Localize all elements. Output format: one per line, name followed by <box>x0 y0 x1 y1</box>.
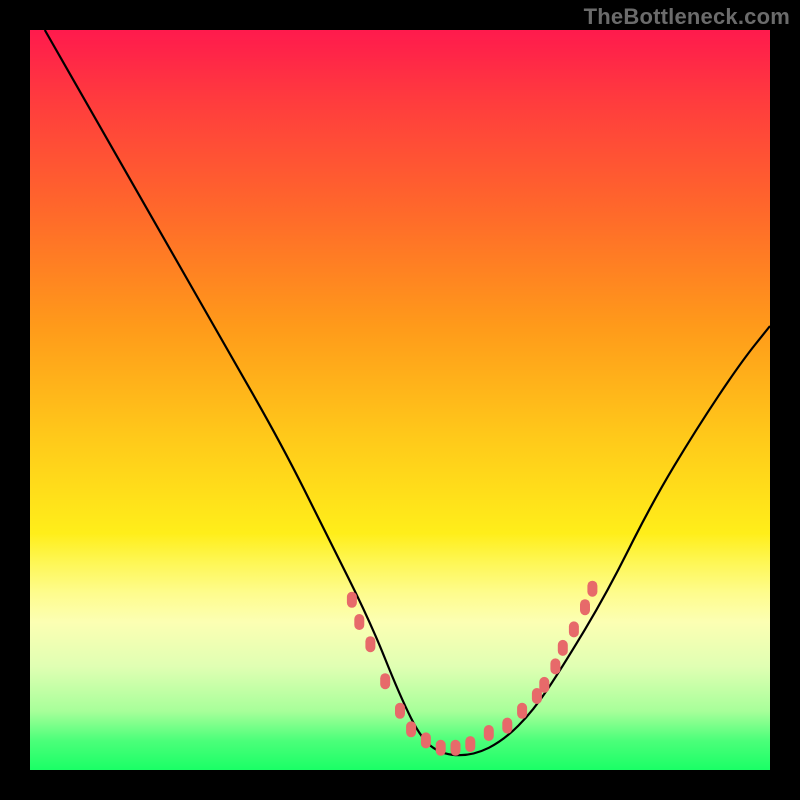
bottleneck-curve <box>45 30 770 755</box>
watermark-text: TheBottleneck.com <box>584 4 790 30</box>
marker-point <box>354 614 364 630</box>
marker-point <box>558 640 568 656</box>
marker-point <box>395 703 405 719</box>
marker-point <box>502 718 512 734</box>
marker-point <box>421 732 431 748</box>
marker-point <box>465 736 475 752</box>
marker-point <box>406 721 416 737</box>
marker-group <box>347 581 598 756</box>
marker-point <box>550 658 560 674</box>
marker-point <box>365 636 375 652</box>
marker-point <box>436 740 446 756</box>
marker-point <box>347 592 357 608</box>
marker-point <box>451 740 461 756</box>
marker-point <box>380 673 390 689</box>
marker-point <box>484 725 494 741</box>
marker-point <box>517 703 527 719</box>
marker-point <box>569 621 579 637</box>
chart-svg <box>30 30 770 770</box>
marker-point <box>587 581 597 597</box>
marker-point <box>539 677 549 693</box>
marker-point <box>580 599 590 615</box>
